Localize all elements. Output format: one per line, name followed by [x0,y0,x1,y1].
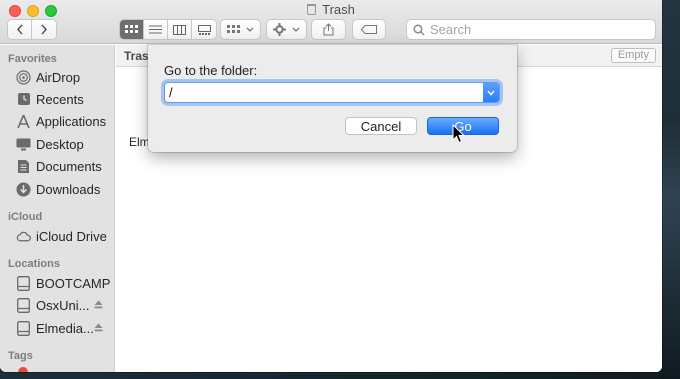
chevron-down-icon [487,90,495,96]
eject-icon[interactable] [94,323,103,332]
navigation-buttons [7,19,57,40]
gear-icon [273,23,286,36]
sidebar-item-label: BOOTCAMP [36,275,111,291]
download-icon [16,182,31,197]
title-bar: Trash [0,0,662,44]
sidebar-item-downloads[interactable]: Downloads [0,178,115,200]
mouse-pointer-icon [452,124,466,144]
tag-color-dot[interactable] [18,367,28,372]
chevron-down-icon [292,27,300,32]
drive-icon [16,297,31,313]
search-field[interactable] [406,19,656,40]
cancel-button[interactable]: Cancel [345,117,417,135]
gallery-icon [197,24,211,35]
share-button[interactable] [311,19,346,40]
sidebar-item-desktop[interactable]: Desktop [0,133,115,155]
action-menu-button[interactable] [266,19,307,40]
desktop-icon [16,137,31,152]
window-title: Trash [0,2,662,17]
sidebar: Favorites AirDrop Recents Applications D… [0,45,115,372]
sidebar-item-applications[interactable]: Applications [0,110,115,132]
columns-icon [173,24,186,35]
sidebar-item-osxuni[interactable]: OsxUni... [0,294,115,316]
sidebar-item-documents[interactable]: Documents [0,155,115,177]
group-by-button[interactable] [220,19,261,40]
finder-window: Trash Search Favorites AirDrop Recents A… [0,0,662,372]
sidebar-heading-icloud: iCloud [8,211,43,223]
search-icon [413,23,425,36]
window-title-text: Trash [322,2,355,17]
clock-icon [16,92,31,107]
sidebar-item-label: Applications [36,113,107,129]
drive-icon [16,320,31,336]
gallery-view-button[interactable] [192,20,216,39]
airdrop-icon [16,69,31,85]
chevron-left-icon [16,24,23,35]
sidebar-item-label: Documents [36,158,102,174]
search-input[interactable] [430,22,650,37]
sidebar-item-label: iCloud Drive [36,228,107,244]
group-icon [227,25,240,33]
icon-view-button[interactable] [120,20,144,39]
document-icon [16,159,31,174]
chevron-right-icon [41,24,48,35]
dialog-title: Go to the folder: [164,63,258,78]
sidebar-item-label: AirDrop [36,69,81,85]
view-mode-control [119,19,217,40]
applications-icon [16,114,31,129]
list-icon [149,25,162,34]
sidebar-heading-favorites: Favorites [8,53,57,65]
path-history-dropdown[interactable] [483,83,499,102]
eject-icon[interactable] [94,300,103,309]
share-icon [323,23,334,36]
chevron-down-icon [246,27,254,32]
sidebar-item-label: OsxUni... [36,297,90,313]
list-view-button[interactable] [144,20,168,39]
forward-button[interactable] [32,20,56,39]
column-view-button[interactable] [168,20,192,39]
trash-icon [307,4,317,15]
sidebar-item-label: Elmedia... [36,320,94,336]
sidebar-item-recents[interactable]: Recents [0,88,115,110]
sidebar-heading-locations: Locations [8,258,60,270]
cloud-icon [16,229,31,244]
back-button[interactable] [8,20,32,39]
sidebar-item-label: Desktop [36,136,84,152]
sidebar-item-bootcamp[interactable]: BOOTCAMP [0,272,115,294]
folder-path-input[interactable] [169,84,479,101]
sidebar-item-label: Recents [36,91,84,107]
grid-icon [125,25,138,33]
empty-trash-button[interactable]: Empty [610,48,656,63]
folder-path-combobox[interactable] [164,82,500,103]
file-name-label[interactable]: Elm [129,135,150,149]
drive-icon [16,275,31,291]
tags-button[interactable] [352,19,386,40]
sidebar-heading-tags: Tags [8,350,33,362]
sidebar-item-airdrop[interactable]: AirDrop [0,66,115,88]
sidebar-item-elmedia[interactable]: Elmedia... [0,317,115,339]
sidebar-item-label: Downloads [36,181,101,197]
sidebar-item-icloud-drive[interactable]: iCloud Drive [0,225,115,247]
tag-icon [361,25,377,34]
